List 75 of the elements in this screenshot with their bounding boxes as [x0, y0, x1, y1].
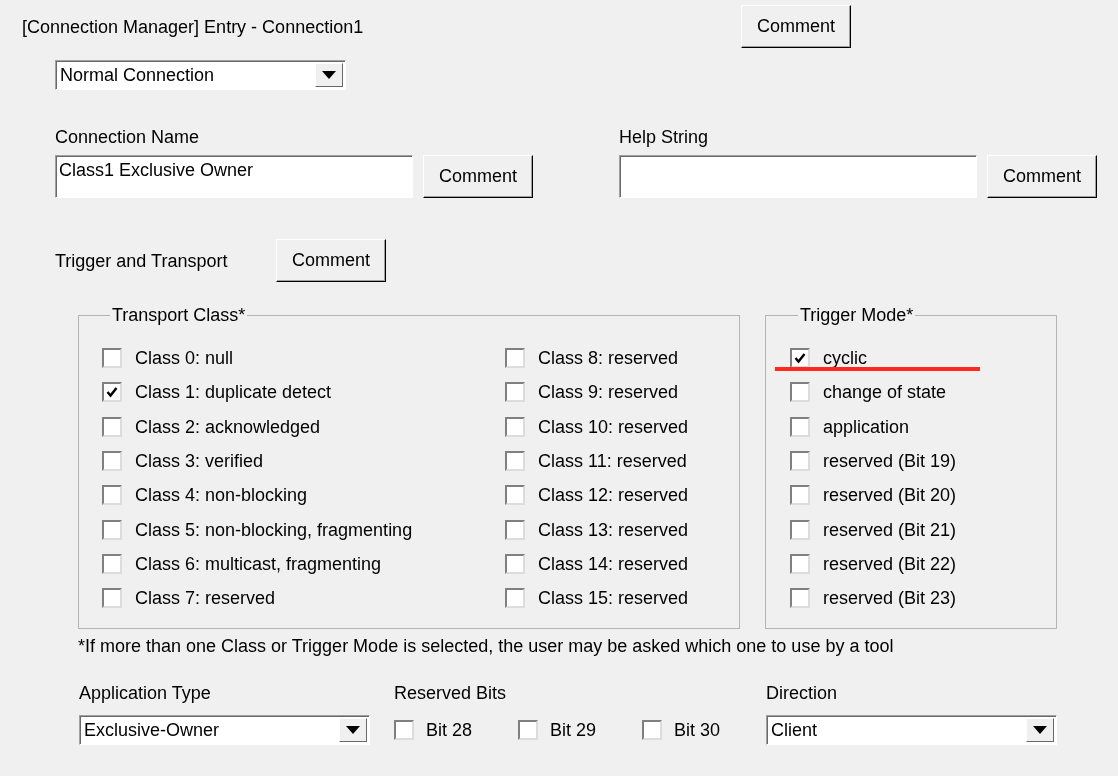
checkbox[interactable] [102, 588, 122, 609]
comment-button[interactable]: Comment [741, 5, 851, 48]
checkbox[interactable] [790, 348, 810, 369]
checkbox[interactable] [102, 519, 122, 540]
checkbox-label: Class 10: reserved [538, 415, 689, 438]
checkbox-label: reserved (Bit 19) [823, 450, 957, 473]
checkbox[interactable] [505, 416, 525, 437]
checkbox[interactable] [505, 451, 525, 472]
checkbox-label: reserved (Bit 20) [823, 484, 957, 507]
checkbox-label: Class 0: null [135, 347, 234, 370]
window-title: [Connection Manager] Entry - Connection1 [22, 15, 365, 38]
checkbox-label: Class 5: non-blocking, fragmenting [135, 518, 413, 541]
checkbox[interactable] [102, 553, 122, 574]
comment-button[interactable]: Comment [987, 155, 1097, 198]
checkbox[interactable] [790, 519, 810, 540]
checkbox[interactable] [518, 719, 538, 740]
text-field[interactable] [619, 155, 977, 198]
checkbox-label: application [823, 415, 910, 438]
checkbox-label: reserved (Bit 21) [823, 518, 957, 541]
checkbox[interactable] [790, 451, 810, 472]
checkbox[interactable] [102, 416, 122, 437]
checkbox[interactable] [102, 451, 122, 472]
checkbox[interactable] [642, 719, 662, 740]
checkbox-label: Class 4: non-blocking [135, 484, 308, 507]
checkbox[interactable] [505, 553, 525, 574]
checkbox-label: Class 2: acknowledged [135, 415, 321, 438]
dropdown[interactable]: Exclusive-Owner [79, 714, 370, 745]
checkbox-label: Class 12: reserved [538, 484, 689, 507]
checkbox-label: Class 3: verified [135, 450, 264, 473]
checkbox-label: reserved (Bit 22) [823, 552, 957, 575]
checkbox-label: Class 8: reserved [538, 347, 679, 370]
checkmark-icon [794, 352, 806, 365]
field-label: Reserved Bits [394, 682, 508, 705]
checkmark-icon [106, 386, 118, 399]
checkbox[interactable] [505, 519, 525, 540]
checkbox-label: cyclic [823, 347, 867, 370]
checkbox-label: Class 11: reserved [538, 450, 687, 473]
field-label: Direction [766, 682, 838, 705]
checkbox[interactable] [790, 553, 810, 574]
checkbox-label: Class 15: reserved [538, 587, 689, 610]
checkbox[interactable] [102, 485, 122, 506]
checkbox[interactable] [505, 382, 525, 403]
checkbox[interactable] [102, 348, 122, 369]
checkbox-label: Class 9: reserved [538, 381, 679, 404]
section-label: Trigger and Transport [55, 249, 229, 272]
checkbox-label: Class 6: multicast, fragmenting [135, 552, 382, 575]
checkbox-label: change of state [823, 381, 947, 404]
checkbox-label: Class 14: reserved [538, 552, 689, 575]
checkbox-label: Bit 28 [426, 718, 473, 741]
checkbox[interactable] [790, 588, 810, 609]
comment-button[interactable]: Comment [423, 155, 533, 198]
text-field[interactable]: Class1 Exclusive Owner [55, 155, 413, 198]
checkbox[interactable] [102, 382, 122, 403]
field-label: Connection Name [55, 126, 201, 148]
checkbox[interactable] [505, 485, 525, 506]
dropdown[interactable]: Client [766, 714, 1057, 745]
comment-button[interactable]: Comment [276, 239, 386, 282]
checkbox-label: Bit 30 [674, 718, 721, 741]
checkbox-label: Class 7: reserved [135, 587, 276, 610]
group-title: Transport Class* [111, 304, 247, 326]
group-title: Trigger Mode* [799, 304, 915, 326]
checkbox-label: reserved (Bit 23) [823, 587, 957, 610]
field-label: Help String [619, 126, 709, 148]
checkbox[interactable] [394, 719, 414, 740]
checkbox-label: Bit 29 [550, 718, 597, 741]
checkbox-label: Class 1: duplicate detect [135, 381, 332, 404]
checkbox[interactable] [790, 382, 810, 403]
checkbox[interactable] [790, 416, 810, 437]
checkbox-label: Class 13: reserved [538, 518, 689, 541]
checkbox[interactable] [505, 348, 525, 369]
checkbox[interactable] [790, 485, 810, 506]
checkbox[interactable] [505, 588, 525, 609]
dropdown[interactable]: Normal Connection [55, 60, 346, 90]
field-label: Application Type [79, 682, 212, 705]
footnote: *If more than one Class or Trigger Mode is selected, the user may be asked which one to use by a tool [78, 635, 895, 658]
